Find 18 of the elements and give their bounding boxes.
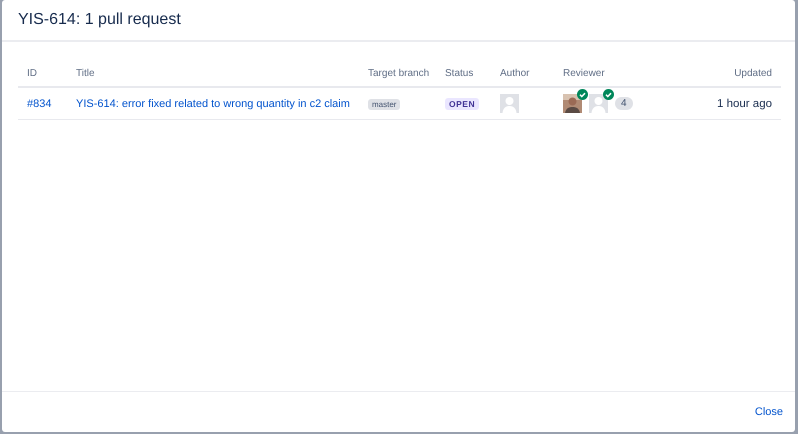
close-button[interactable]: Close [752, 403, 785, 421]
pull-request-id-link[interactable]: #834 [27, 98, 52, 110]
column-header: Author [500, 68, 530, 79]
pull-request-title-link[interactable]: YIS-614: error fixed related to wrong quantity in c2 claim [76, 98, 350, 110]
avatar-icon [500, 94, 519, 113]
status-lozenge: OPEN [445, 98, 480, 110]
branch-label: master [368, 98, 400, 110]
avatar-icon [563, 94, 582, 113]
column-header: Target branch [368, 68, 430, 79]
reviewer-count-badge: 4 [615, 97, 633, 110]
column-header: ID [27, 68, 37, 79]
dialog-title: YIS-614: 1 pull request [18, 11, 181, 29]
updated-time: 1 hour ago [717, 98, 772, 110]
avatar-icon [589, 94, 608, 113]
column-header: Updated [734, 68, 772, 79]
column-header: Title [76, 68, 95, 79]
column-header: Reviewer [563, 68, 605, 79]
column-header: Status [445, 68, 474, 79]
